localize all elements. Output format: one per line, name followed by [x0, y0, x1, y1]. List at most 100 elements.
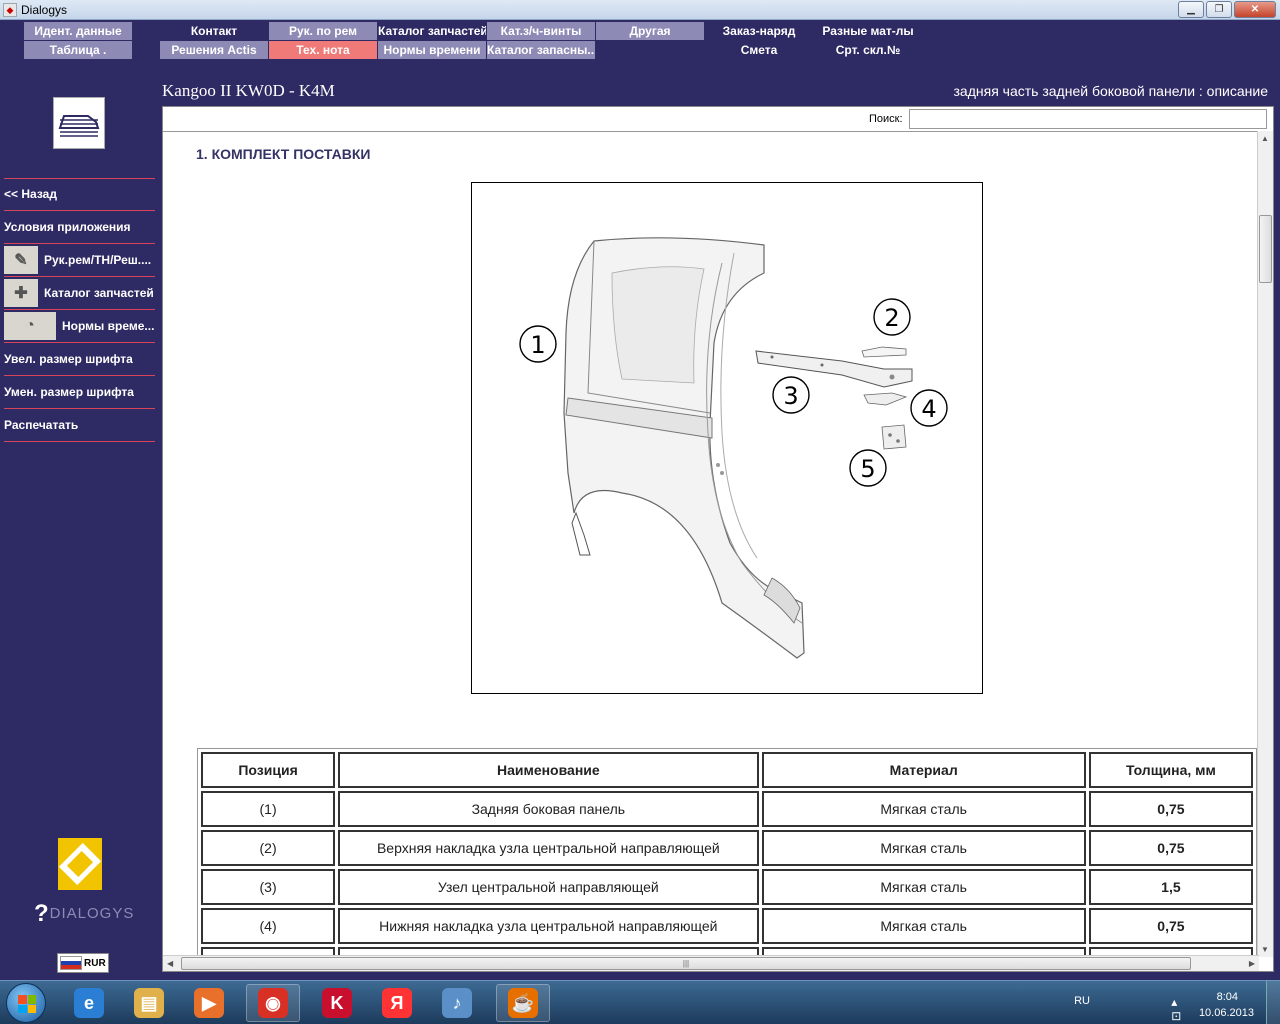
- content-pane: Поиск: 1. КОМПЛЕКТ ПОСТАВКИ 1 2 3 4 5 По…: [162, 106, 1274, 972]
- media-icon: ▶: [194, 988, 224, 1018]
- show-desktop-button[interactable]: [1266, 981, 1280, 1024]
- windows-logo-icon: [18, 995, 36, 1013]
- sidebar-item[interactable]: ✎ Рук.рем/ТН/Реш....: [4, 244, 155, 277]
- table-cell: Мягкая сталь: [761, 869, 1086, 905]
- table-cell: Узел центральной направляющей: [338, 869, 759, 905]
- document-view[interactable]: 1. КОМПЛЕКТ ПОСТАВКИ 1 2 3 4 5 Позиция Н…: [163, 131, 1259, 957]
- callout-label: 3: [783, 382, 798, 410]
- sidebar-item[interactable]: Условия приложения: [4, 211, 155, 244]
- nav-button[interactable]: Рук. по рем: [269, 22, 377, 40]
- nav-button[interactable]: Таблица .: [24, 41, 132, 59]
- taskbar-app-java[interactable]: ☕: [496, 984, 550, 1022]
- russia-flag-icon: [60, 956, 82, 970]
- yandex-icon: Я: [382, 988, 412, 1018]
- nav-button[interactable]: Срт. скл.№: [814, 41, 922, 59]
- callout-label: 4: [921, 395, 936, 423]
- nav-button[interactable]: Решения Actis: [160, 41, 268, 59]
- java-icon: ☕: [508, 988, 538, 1018]
- nav-button[interactable]: Каталог запасны...: [487, 41, 595, 59]
- section-title: 1. КОМПЛЕКТ ПОСТАВКИ: [196, 146, 371, 162]
- scroll-right-arrow-icon[interactable]: ▶: [1249, 959, 1255, 968]
- nav-button[interactable]: Заказ-наряд: [705, 22, 813, 40]
- dialogys-logo: ?DIALOGYS: [34, 900, 135, 927]
- sidebar-item[interactable]: ✚ Каталог запчастей: [4, 277, 155, 310]
- sidebar-item[interactable]: Умен. размер шрифта: [4, 376, 155, 409]
- table-cell: (4): [201, 908, 336, 944]
- nav-button[interactable]: Смета: [705, 41, 813, 59]
- sidebar: << Назад Условия приложения ✎ Рук.рем/ТН/Ре…: [0, 60, 160, 980]
- taskbar-app-chrome[interactable]: ◉: [246, 984, 300, 1022]
- table-cell: Мягкая сталь: [761, 791, 1086, 827]
- sidebar-item[interactable]: Увел. размер шрифта: [4, 343, 155, 376]
- restore-button[interactable]: ❐: [1206, 1, 1232, 18]
- nav-button[interactable]: Кат.з/ч-винты: [487, 22, 595, 40]
- table-cell: 0,75: [1088, 830, 1253, 866]
- vertical-scrollbar[interactable]: ▲ ▼: [1257, 131, 1273, 957]
- side-panel-diagram: 1 2 3 4 5: [519, 237, 948, 659]
- sidebar-item-label: Увел. размер шрифта: [4, 352, 133, 366]
- nav-button[interactable]: Нормы времени: [378, 41, 486, 59]
- parts-table: Позиция Наименование Материал Толщина, м…: [197, 748, 1257, 957]
- column-header: Материал: [761, 752, 1086, 788]
- kaspersky-icon: K: [322, 988, 352, 1018]
- column-header: Наименование: [338, 752, 759, 788]
- renault-logo: [58, 838, 102, 890]
- search-input[interactable]: [909, 109, 1267, 129]
- sidebar-item-label: Нормы време...: [62, 319, 155, 333]
- horizontal-scrollbar[interactable]: ◀ ||| ▶: [163, 955, 1259, 971]
- currency-selector[interactable]: RUR: [57, 953, 109, 973]
- vertical-scroll-thumb[interactable]: [1259, 215, 1272, 283]
- callout-label: 2: [884, 304, 899, 332]
- tray-icons[interactable]: ▴ ⊡ ⚑ ◁: [1171, 995, 1190, 1024]
- taskbar-app-kaspersky[interactable]: K: [310, 984, 364, 1022]
- gauge-icon: ◔: [4, 312, 56, 340]
- table-cell: 0,75: [1088, 908, 1253, 944]
- taskbar-app-yandex[interactable]: Я: [370, 984, 424, 1022]
- scroll-down-arrow-icon[interactable]: ▼: [1261, 945, 1269, 954]
- nav-button[interactable]: Тех. нота: [269, 41, 377, 59]
- taskbar-app-explorer[interactable]: ▤: [122, 984, 176, 1022]
- sound-icon: ♪: [442, 988, 472, 1018]
- parts-icon: ✚: [4, 279, 38, 307]
- table-cell: Задняя боковая панель: [338, 791, 759, 827]
- scroll-up-arrow-icon[interactable]: ▲: [1261, 134, 1269, 143]
- app-icon: ◆: [3, 3, 17, 17]
- minimize-button[interactable]: ▁: [1178, 1, 1204, 18]
- wrench-icon: ✎: [4, 246, 38, 274]
- page-description: задняя часть задней боковой панели : опи…: [953, 83, 1268, 99]
- search-label: Поиск:: [869, 113, 903, 125]
- callout-label: 1: [530, 331, 545, 359]
- nav-button[interactable]: Контакт: [160, 22, 268, 40]
- table-cell: Мягкая сталь: [761, 908, 1086, 944]
- callout-label: 5: [860, 455, 875, 483]
- close-button[interactable]: ✕: [1234, 1, 1276, 18]
- table-cell: Верхняя накладка узла центральной направ…: [338, 830, 759, 866]
- table-row: (1) Задняя боковая панель Мягкая сталь 0,75: [201, 791, 1253, 827]
- sidebar-item[interactable]: << Назад: [4, 178, 155, 211]
- nav-button[interactable]: Другая: [596, 22, 704, 40]
- nav-button[interactable]: Каталог запчастей: [378, 22, 486, 40]
- table-cell: (1): [201, 791, 336, 827]
- taskbar-app-sound[interactable]: ♪: [430, 984, 484, 1022]
- car-icon: [58, 106, 100, 140]
- table-cell: (3): [201, 869, 336, 905]
- sidebar-item-label: Рук.рем/ТН/Реш....: [44, 253, 152, 267]
- clock-date[interactable]: 10.06.2013: [1199, 1007, 1254, 1019]
- nav-button[interactable]: Разные мат-лы: [814, 22, 922, 40]
- sidebar-item[interactable]: ◔ Нормы време...: [4, 310, 155, 343]
- horizontal-scroll-thumb[interactable]: |||: [181, 957, 1191, 970]
- taskbar-app-media[interactable]: ▶: [182, 984, 236, 1022]
- window-title: Dialogys: [21, 3, 68, 17]
- table-cell: 0,75: [1088, 791, 1253, 827]
- start-button[interactable]: [6, 983, 46, 1023]
- scroll-left-arrow-icon[interactable]: ◀: [167, 959, 173, 968]
- table-row: (4) Нижняя накладка узла центральной напр…: [201, 908, 1253, 944]
- table-row: (3) Узел центральной направляющей Мягкая с…: [201, 869, 1253, 905]
- nav-button[interactable]: Идент. данные: [24, 22, 132, 40]
- taskbar-app-ie[interactable]: e: [62, 984, 116, 1022]
- sidebar-item[interactable]: Распечатать: [4, 409, 155, 442]
- sidebar-item-label: Условия приложения: [4, 220, 131, 234]
- language-indicator[interactable]: RU: [1074, 995, 1090, 1007]
- explorer-icon: ▤: [134, 988, 164, 1018]
- clock-time[interactable]: 8:04: [1217, 991, 1238, 1003]
